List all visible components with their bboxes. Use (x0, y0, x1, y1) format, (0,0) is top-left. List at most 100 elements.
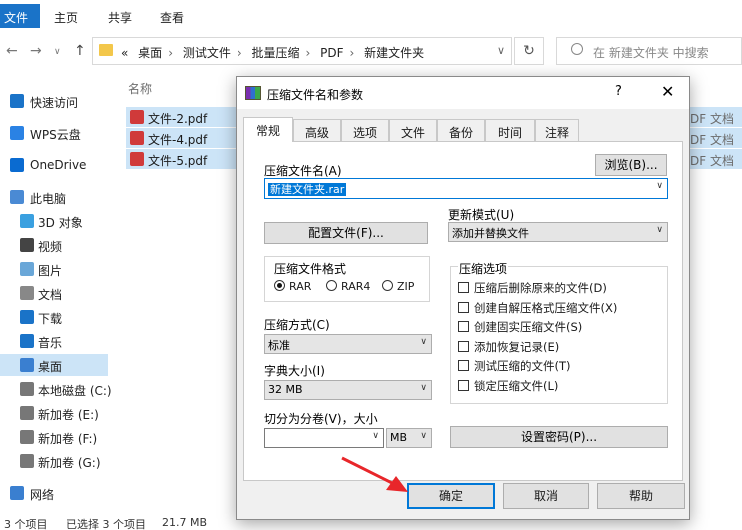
sidebar-item-label: 本地磁盘 (C:) (38, 384, 112, 398)
breadcrumb-item[interactable]: 桌面 (138, 46, 162, 60)
ribbon: 文件 主页 共享 查看 (0, 0, 742, 34)
sidebar-item[interactable]: 文档 (0, 282, 108, 304)
ribbon-tab-file[interactable]: 文件 (0, 4, 40, 28)
breadcrumb-overflow[interactable]: « (121, 46, 128, 60)
option-checkbox[interactable]: 添加恢复记录(E) (458, 339, 559, 355)
profiles-button[interactable]: 配置文件(F)... (264, 222, 428, 244)
close-icon[interactable]: ✕ (661, 82, 674, 101)
option-label: 创建自解压格式压缩文件(X) (474, 300, 618, 315)
address-bar[interactable]: « 桌面 › 测试文件 › 批量压缩 › PDF › 新建文件夹 ∨ (92, 37, 512, 65)
sidebar-item[interactable]: 网络 (0, 482, 108, 504)
option-label: 锁定压缩文件(L) (474, 378, 559, 393)
dialog-tab[interactable]: 选项 (341, 119, 389, 141)
refresh-icon[interactable]: ↻ (514, 37, 544, 65)
sidebar-item[interactable]: 新加卷 (E:) (0, 402, 108, 424)
breadcrumb-item[interactable]: PDF (320, 46, 343, 60)
breadcrumb-item[interactable]: 批量压缩 (251, 46, 299, 60)
method-label: 压缩方式(C) (264, 318, 330, 332)
file-row[interactable]: 文件-5.pdf (126, 149, 238, 169)
sidebar-item[interactable]: 新加卷 (G:) (0, 450, 108, 472)
sidebar-item[interactable]: 新加卷 (F:) (0, 426, 108, 448)
ribbon-tab-home[interactable]: 主页 (54, 9, 78, 26)
sidebar-item[interactable]: 本地磁盘 (C:) (0, 378, 112, 400)
back-arrow-icon[interactable]: ← (6, 43, 18, 59)
archive-name-input[interactable]: 新建文件夹.rar ∨ (264, 178, 668, 199)
winrar-icon (245, 86, 261, 100)
archive-name-label: 压缩文件名(A) (264, 164, 342, 178)
sidebar-item[interactable]: OneDrive (0, 154, 108, 176)
dialog-tab[interactable]: 高级 (293, 119, 341, 141)
method-select[interactable]: 标准 ∨ (264, 334, 432, 354)
sidebar-item[interactable]: 音乐 (0, 330, 108, 352)
sidebar-item[interactable]: 此电脑 (0, 186, 108, 208)
format-radio[interactable]: ZIP (382, 280, 414, 293)
cancel-button[interactable]: 取消 (503, 483, 589, 509)
ribbon-tab-share[interactable]: 共享 (108, 9, 132, 26)
sidebar-item-label: WPS云盘 (30, 128, 81, 142)
browse-button[interactable]: 浏览(B)... (595, 154, 667, 176)
sidebar-item-label: 此电脑 (30, 192, 67, 206)
status-size: 21.7 MB (162, 516, 208, 529)
radio-icon (382, 280, 393, 291)
checkbox-icon (458, 301, 469, 313)
archive-name-value: 新建文件夹.rar (268, 183, 347, 196)
file-type: DF 文档 (688, 107, 742, 127)
forward-arrow-icon[interactable]: → (30, 43, 42, 59)
option-checkbox[interactable]: 创建自解压格式压缩文件(X) (458, 300, 617, 316)
dialog-tab[interactable]: 备份 (437, 119, 485, 141)
set-password-button[interactable]: 设置密码(P)... (450, 426, 668, 448)
dialog-tab[interactable]: 常规 (243, 117, 293, 142)
file-row[interactable]: 文件-4.pdf (126, 128, 238, 148)
split-size-input[interactable]: ∨ (264, 428, 384, 448)
option-checkbox[interactable]: 锁定压缩文件(L) (458, 378, 558, 394)
sidebar-item-label: 图片 (38, 264, 63, 278)
chevron-down-icon[interactable]: ∨ (372, 431, 379, 441)
option-checkbox[interactable]: 压缩后删除原来的文件(D) (458, 280, 607, 296)
sidebar-item-label: OneDrive (30, 158, 87, 172)
option-label: 压缩后删除原来的文件(D) (474, 281, 607, 295)
dialog-tab[interactable]: 注释 (535, 119, 579, 141)
breadcrumb-item[interactable]: 测试文件 (183, 46, 231, 60)
chevron-down-icon[interactable]: ∨ (656, 181, 663, 191)
file-row[interactable]: 文件-2.pdf (126, 107, 238, 127)
sidebar-item[interactable]: 3D 对象 (0, 210, 108, 232)
split-unit-value: MB (390, 431, 408, 444)
format-radio[interactable]: RAR (274, 280, 311, 293)
option-checkbox[interactable]: 创建固实压缩文件(S) (458, 319, 582, 335)
dialog-tab[interactable]: 文件 (389, 119, 437, 141)
ribbon-tab-view[interactable]: 查看 (160, 9, 184, 26)
sidebar-item[interactable]: WPS云盘 (0, 122, 108, 144)
sidebar-item[interactable]: 桌面 (0, 354, 108, 376)
breadcrumb-item[interactable]: 新建文件夹 (364, 46, 424, 60)
dialog-tab[interactable]: 时间 (485, 119, 535, 141)
sidebar-item[interactable]: 图片 (0, 258, 108, 280)
dict-label: 字典大小(I) (264, 364, 325, 378)
dict-select[interactable]: 32 MB ∨ (264, 380, 432, 400)
method-value: 标准 (268, 339, 290, 352)
search-input[interactable]: 在 新建文件夹 中搜索 (556, 37, 742, 65)
format-radio[interactable]: RAR4 (326, 280, 370, 293)
drive-icon (20, 406, 34, 420)
help-icon[interactable]: ? (615, 84, 622, 99)
radio-icon (326, 280, 337, 291)
sidebar-item[interactable]: 快速访问 (0, 90, 108, 112)
file-type: DF 文档 (688, 128, 742, 148)
network-icon (10, 486, 24, 500)
folder-icon (99, 44, 113, 56)
option-checkbox[interactable]: 测试压缩的文件(T) (458, 358, 571, 374)
update-mode-select[interactable]: 添加并替换文件 ∨ (448, 222, 668, 242)
sidebar-item[interactable]: 视频 (0, 234, 108, 256)
up-arrow-icon[interactable]: ↑ (74, 43, 86, 59)
dialog-title: 压缩文件名和参数 (267, 88, 364, 102)
split-unit-select[interactable]: MB ∨ (386, 428, 432, 448)
help-button[interactable]: 帮助 (597, 483, 685, 509)
cloud-icon (10, 126, 24, 140)
sidebar-item[interactable]: 下载 (0, 306, 108, 328)
tab-page-general: 压缩文件名(A) 浏览(B)... 新建文件夹.rar ∨ 更新模式(U) 配置… (243, 141, 683, 481)
chevron-down-icon[interactable]: ∨ (497, 44, 505, 57)
picture-icon (20, 262, 34, 276)
column-header-name[interactable]: 名称 (128, 80, 152, 97)
recent-dropdown-icon[interactable]: ∨ (54, 47, 61, 57)
dialog-titlebar[interactable]: 压缩文件名和参数 ? ✕ (237, 77, 689, 109)
options-group-title: 压缩选项 (458, 260, 509, 277)
